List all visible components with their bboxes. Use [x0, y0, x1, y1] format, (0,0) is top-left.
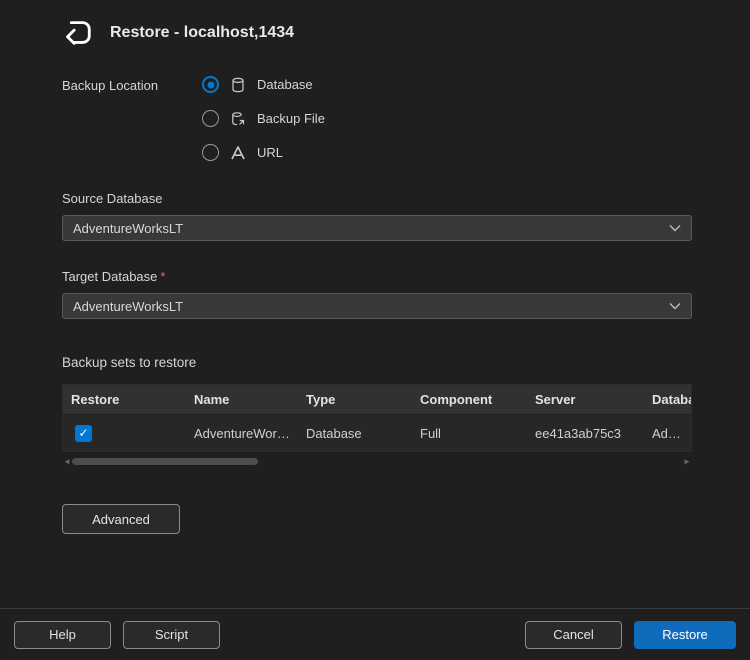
backup-location-group: Backup Location Database	[62, 74, 692, 163]
backup-sets-label: Backup sets to restore	[62, 355, 692, 370]
cell-name: AdventureWorks...	[186, 426, 298, 441]
restore-button[interactable]: Restore	[634, 621, 736, 649]
source-database-value: AdventureWorksLT	[73, 221, 183, 236]
table-header-row: Restore Name Type Component Server Datab…	[63, 385, 691, 414]
radio-label-backup-file: Backup File	[257, 111, 325, 126]
backup-location-label: Backup Location	[62, 74, 202, 163]
scrollbar-track[interactable]	[72, 457, 682, 466]
target-database-value: AdventureWorksLT	[73, 299, 183, 314]
cell-server: ee41a3ab75c3	[527, 426, 644, 441]
radio-label-database: Database	[257, 77, 313, 92]
dialog-header: Restore - localhost,1434	[0, 0, 750, 52]
cell-type: Database	[298, 426, 412, 441]
backup-location-options: Database Backup File	[202, 74, 325, 163]
radio-button-database[interactable]	[202, 76, 219, 93]
cancel-button[interactable]: Cancel	[525, 621, 622, 649]
chevron-down-icon	[669, 302, 681, 310]
target-database-label: Target Database	[62, 269, 157, 284]
source-database-field: Source Database AdventureWorksLT	[62, 191, 692, 241]
dialog-title: Restore - localhost,1434	[110, 24, 294, 42]
radio-label-url: URL	[257, 145, 283, 160]
horizontal-scrollbar[interactable]: ◄ ►	[62, 455, 692, 468]
restore-checkbox[interactable]: ✓	[75, 425, 92, 442]
cell-database: AdventureWorksLT	[644, 426, 691, 441]
column-header-component[interactable]: Component	[412, 392, 527, 407]
radio-option-url[interactable]: URL	[202, 142, 325, 163]
target-database-field: Target Database* AdventureWorksLT	[62, 269, 692, 319]
column-header-name[interactable]: Name	[186, 392, 298, 407]
restore-icon	[58, 14, 96, 52]
scroll-left-icon[interactable]: ◄	[62, 455, 72, 468]
script-button[interactable]: Script	[123, 621, 220, 649]
radio-option-database[interactable]: Database	[202, 74, 325, 95]
advanced-button[interactable]: Advanced	[62, 504, 180, 534]
cell-component: Full	[412, 426, 527, 441]
help-button[interactable]: Help	[14, 621, 111, 649]
radio-button-url[interactable]	[202, 144, 219, 161]
source-database-select[interactable]: AdventureWorksLT	[62, 215, 692, 241]
dialog-footer: Help Script Cancel Restore	[0, 608, 750, 660]
url-icon	[229, 144, 247, 162]
column-header-type[interactable]: Type	[298, 392, 412, 407]
radio-button-backup-file[interactable]	[202, 110, 219, 127]
database-icon	[229, 76, 247, 94]
backup-sets-table: Restore Name Type Component Server Datab…	[62, 384, 692, 452]
column-header-database[interactable]: Database	[644, 392, 691, 407]
scrollbar-thumb[interactable]	[72, 458, 258, 465]
backup-file-icon	[229, 110, 247, 128]
radio-option-backup-file[interactable]: Backup File	[202, 108, 325, 129]
scroll-right-icon[interactable]: ►	[682, 455, 692, 468]
target-database-select[interactable]: AdventureWorksLT	[62, 293, 692, 319]
source-database-label: Source Database	[62, 191, 692, 206]
required-marker: *	[160, 269, 165, 284]
column-header-server[interactable]: Server	[527, 392, 644, 407]
column-header-restore[interactable]: Restore	[63, 392, 186, 407]
table-row[interactable]: ✓ AdventureWorks... Database Full ee41a3…	[63, 414, 691, 451]
chevron-down-icon	[669, 224, 681, 232]
